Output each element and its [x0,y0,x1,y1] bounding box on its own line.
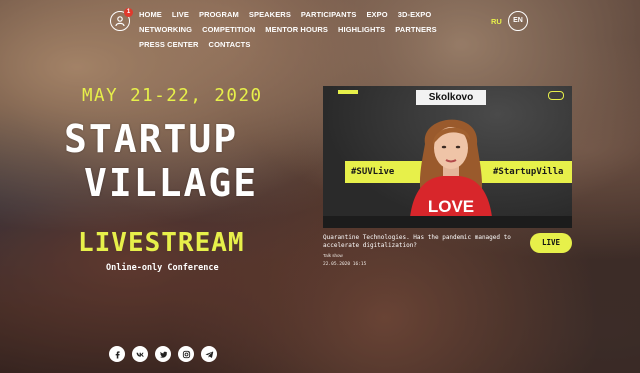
nav-participants[interactable]: PARTICIPANTS [301,10,357,19]
nav-highlights[interactable]: HIGHLIGHTS [338,25,385,34]
language-ru[interactable]: RU [491,17,502,26]
title-line-2: VILLAGE [84,161,259,205]
presenter-image: LOVE [409,119,493,228]
language-en-button[interactable]: EN [508,11,528,31]
nav-3d-expo[interactable]: 3D-EXPO [398,10,432,19]
social-links [109,346,217,362]
twitter-link[interactable] [155,346,171,362]
title-line-1: STARTUP [64,117,239,161]
telegram-icon [205,351,213,358]
twitter-icon [159,351,167,358]
shirt-text: LOVE [428,197,474,216]
livestream-heading: LIVESTREAM [78,228,245,258]
facebook-icon [115,350,120,359]
live-button[interactable]: LIVE [530,233,572,253]
vk-icon [136,352,144,357]
facebook-link[interactable] [109,346,125,362]
studio-decor [548,91,564,100]
event-subtitle: Online-only Conference [106,263,219,273]
instagram-link[interactable] [178,346,194,362]
studio-sign: Skolkovo [416,90,486,105]
telegram-link[interactable] [201,346,217,362]
video-player[interactable]: Skolkovo #SUVLive #StartupVilla LOVE [323,86,572,228]
nav-speakers[interactable]: SPEAKERS [249,10,291,19]
studio-light [338,90,358,94]
video-caption-tag: Talk show [323,253,343,258]
nav-competition[interactable]: COMPETITION [202,25,255,34]
event-title: STARTUP VILLAGE [64,117,294,205]
studio-desk [323,216,572,228]
video-caption-date: 22.05.2020 16:15 [323,262,367,267]
nav-press-center[interactable]: PRESS CENTER [139,40,199,49]
vk-link[interactable] [132,346,148,362]
nav-networking[interactable]: NETWORKING [139,25,192,34]
event-date: MAY 21-22, 2020 [82,86,263,106]
nav-live[interactable]: LIVE [172,10,189,19]
nav-program[interactable]: PROGRAM [199,10,239,19]
nav-partners[interactable]: PARTNERS [395,25,437,34]
nav-home[interactable]: HOME [139,10,162,19]
user-account-button[interactable]: 1 [110,8,133,31]
instagram-icon [182,350,190,358]
video-caption-title: Quarantine Technologies. Has the pandemi… [323,234,511,249]
nav-contacts[interactable]: CONTACTS [209,40,251,49]
user-icon [115,16,125,27]
banner-hashtag-left: #SUVLive [351,167,395,177]
nav-expo[interactable]: EXPO [366,10,387,19]
nav-mentor-hours[interactable]: MENTOR HOURS [265,25,328,34]
main-nav: HOME LIVE PROGRAM SPEAKERS PARTICIPANTS … [139,10,454,49]
notification-badge: 1 [124,8,133,17]
